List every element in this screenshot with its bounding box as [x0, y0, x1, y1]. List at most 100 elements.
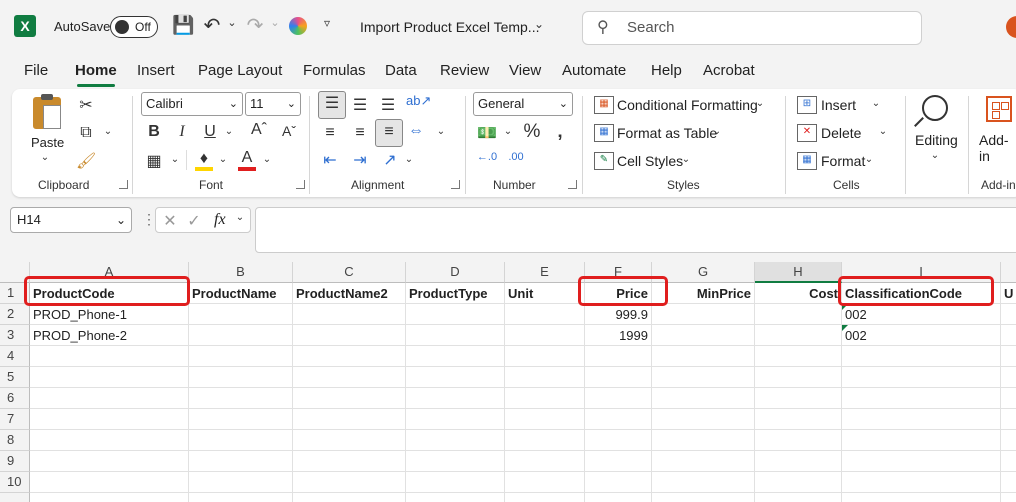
row-header[interactable]: 8: [0, 430, 30, 451]
autosave-toggle[interactable]: Off: [110, 16, 158, 38]
cell[interactable]: [652, 472, 755, 493]
tab-home[interactable]: Home: [75, 62, 117, 79]
format-as-table-button[interactable]: Format as Table: [617, 125, 717, 141]
account-avatar[interactable]: [1006, 16, 1016, 38]
cell[interactable]: [30, 346, 189, 367]
cell[interactable]: [842, 472, 1001, 493]
cell-styles-icon[interactable]: ✎: [594, 152, 614, 170]
cell[interactable]: [652, 367, 755, 388]
cell[interactable]: PROD_Phone-1: [30, 304, 189, 325]
cell[interactable]: [755, 325, 842, 346]
cell[interactable]: [1001, 451, 1016, 472]
cell[interactable]: [652, 388, 755, 409]
cell[interactable]: [30, 493, 189, 502]
cell[interactable]: [755, 367, 842, 388]
clipboard-launcher-icon[interactable]: [119, 180, 128, 189]
cell[interactable]: [189, 472, 293, 493]
align-bottom-icon[interactable]: ☰: [378, 95, 398, 115]
copy-dropdown-icon[interactable]: ⌄: [103, 126, 113, 137]
cell[interactable]: [755, 493, 842, 502]
increase-indent-icon[interactable]: ⇥: [350, 150, 370, 170]
cell[interactable]: [652, 325, 755, 346]
align-left-icon[interactable]: ≡: [320, 124, 340, 142]
column-header-d[interactable]: D: [406, 262, 505, 283]
cell[interactable]: [189, 346, 293, 367]
tab-automate[interactable]: Automate: [562, 62, 626, 79]
cell-styles-button[interactable]: Cell Styles: [617, 153, 683, 169]
wrap-merge-icon[interactable]: ⇔: [406, 122, 426, 140]
cell[interactable]: [755, 346, 842, 367]
cell[interactable]: [505, 325, 585, 346]
cell[interactable]: 1999: [585, 325, 652, 346]
cell[interactable]: [585, 388, 652, 409]
fill-color-icon[interactable]: ♦: [194, 150, 214, 168]
editing-search-icon[interactable]: [922, 95, 948, 121]
decrease-font-icon[interactable]: Aˇ: [278, 123, 300, 139]
add-ins-button[interactable]: Add-in: [979, 132, 1016, 164]
format-painter-icon[interactable]: 🖌: [76, 151, 96, 171]
redo-icon[interactable]: ↷: [245, 13, 265, 38]
document-title[interactable]: Import Product Excel Temp...: [360, 19, 539, 35]
cell[interactable]: [293, 409, 406, 430]
insert-cells-button[interactable]: Insert: [821, 97, 856, 113]
cell[interactable]: [755, 472, 842, 493]
cell[interactable]: [189, 451, 293, 472]
editing-button[interactable]: Editing: [915, 132, 958, 148]
cell[interactable]: [189, 430, 293, 451]
cell[interactable]: [1001, 409, 1016, 430]
cell[interactable]: [842, 367, 1001, 388]
cell[interactable]: [585, 346, 652, 367]
text-direction-icon[interactable]: ↗: [380, 150, 400, 170]
header-cell[interactable]: ProductName: [189, 283, 293, 304]
cell[interactable]: [406, 367, 505, 388]
cell[interactable]: [505, 409, 585, 430]
borders-dropdown-icon[interactable]: ⌄: [170, 154, 180, 165]
cell[interactable]: [293, 451, 406, 472]
cell[interactable]: [406, 430, 505, 451]
cell[interactable]: [1001, 325, 1016, 346]
cell[interactable]: [189, 388, 293, 409]
cell[interactable]: [30, 430, 189, 451]
cell[interactable]: [505, 451, 585, 472]
cell[interactable]: [406, 346, 505, 367]
row-header[interactable]: 4: [0, 346, 30, 367]
paste-icon[interactable]: [33, 94, 61, 129]
percent-icon[interactable]: %: [521, 121, 543, 143]
underline-dropdown-icon[interactable]: ⌄: [224, 126, 234, 137]
cell[interactable]: [30, 409, 189, 430]
tab-review[interactable]: Review: [440, 62, 489, 79]
cell[interactable]: [755, 409, 842, 430]
align-right-icon[interactable]: ≡: [375, 119, 403, 147]
header-cell[interactable]: Unit: [505, 283, 585, 304]
cell[interactable]: [652, 409, 755, 430]
cell[interactable]: [585, 493, 652, 502]
cell[interactable]: [505, 388, 585, 409]
cell[interactable]: [585, 451, 652, 472]
cell[interactable]: [842, 451, 1001, 472]
cell[interactable]: [842, 346, 1001, 367]
cell[interactable]: [189, 409, 293, 430]
align-top-icon[interactable]: ☰: [318, 91, 346, 119]
cut-icon[interactable]: ✂: [76, 95, 96, 115]
tab-formulas[interactable]: Formulas: [303, 62, 366, 79]
align-middle-icon[interactable]: ☰: [350, 95, 370, 115]
tab-acrobat[interactable]: Acrobat: [703, 62, 755, 79]
cell[interactable]: [293, 346, 406, 367]
tab-help[interactable]: Help: [651, 62, 682, 79]
cell[interactable]: [1001, 430, 1016, 451]
paste-dropdown-icon[interactable]: ⌄: [40, 152, 50, 163]
cell[interactable]: [842, 409, 1001, 430]
row-header[interactable]: 7: [0, 409, 30, 430]
undo-icon[interactable]: ↶: [202, 13, 222, 38]
cell[interactable]: [189, 304, 293, 325]
decrease-indent-icon[interactable]: ⇤: [320, 150, 340, 170]
cell[interactable]: [652, 493, 755, 502]
tab-view[interactable]: View: [509, 62, 541, 79]
cell[interactable]: [406, 409, 505, 430]
font-size-select[interactable]: 11 ⌄: [245, 92, 301, 116]
cell[interactable]: [189, 325, 293, 346]
redo-dropdown-icon[interactable]: ⌄: [269, 16, 281, 29]
fill-dropdown-icon[interactable]: ⌄: [218, 154, 228, 165]
accounting-format-icon[interactable]: 💵: [476, 123, 498, 143]
cell[interactable]: [293, 388, 406, 409]
